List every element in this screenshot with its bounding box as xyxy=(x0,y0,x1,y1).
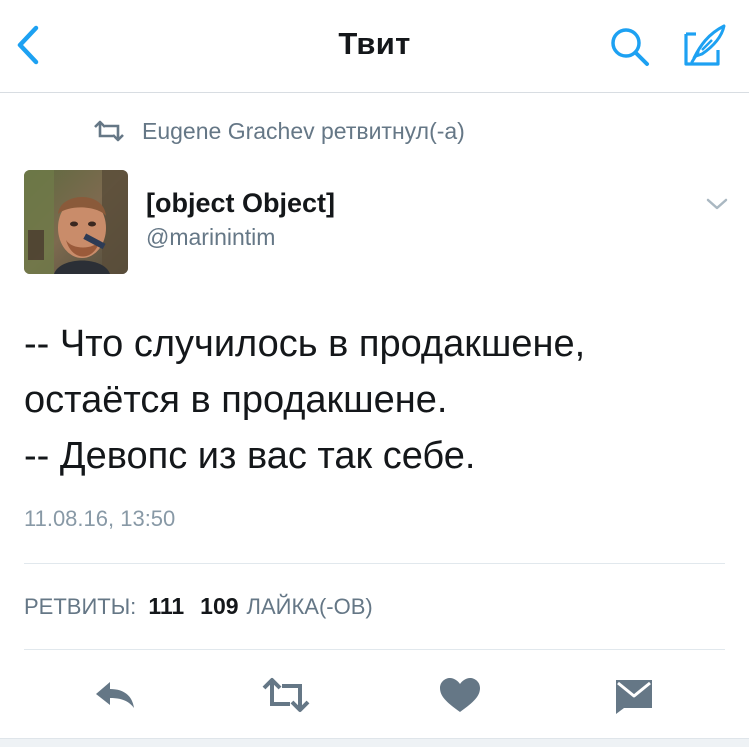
tweet-text-line: остаётся в продакшене. xyxy=(24,379,448,421)
bottom-strip xyxy=(0,738,749,747)
reply-button[interactable] xyxy=(90,672,142,718)
direct-message-icon xyxy=(616,680,652,714)
retweet-button[interactable] xyxy=(260,672,312,718)
divider xyxy=(24,649,725,650)
navigation-bar: Твит xyxy=(0,0,749,93)
tweet-timestamp: 11.08.16, 13:50 xyxy=(24,506,176,531)
reply-icon xyxy=(96,682,134,708)
chevron-down-icon xyxy=(706,198,728,210)
avatar[interactable] xyxy=(24,170,128,274)
divider xyxy=(24,563,725,564)
compose-button[interactable] xyxy=(678,20,730,70)
tweet-detail-screen: Твит Eugene Grachev ретвитнул(-а) [objec… xyxy=(0,0,749,747)
search-icon xyxy=(611,28,649,66)
tweet-text-line: -- Что случилось в продакшене, xyxy=(24,323,586,365)
likes-label: ЛАЙКА(-ОВ) xyxy=(246,594,373,619)
tweet-menu-button[interactable] xyxy=(702,192,732,216)
search-button[interactable] xyxy=(606,22,654,70)
retweets-label: РЕТВИТЫ: xyxy=(24,594,137,619)
retweet-context[interactable]: Eugene Grachev ретвитнул(-а) xyxy=(92,116,465,146)
tweet-text-line: -- Девопс из вас так себе. xyxy=(24,435,476,477)
retweet-icon xyxy=(262,678,310,712)
author-name[interactable]: [object Object] xyxy=(146,188,335,219)
compose-icon xyxy=(684,24,726,66)
avatar-image xyxy=(24,170,128,274)
retweets-count[interactable]: 111 xyxy=(148,593,184,620)
tweet-text: -- Что случилось в продакшене, остаётся … xyxy=(24,316,724,484)
retweet-context-text: Eugene Grachev ретвитнул(-а) xyxy=(142,117,465,144)
like-button[interactable] xyxy=(434,672,486,718)
likes-count[interactable]: 109 xyxy=(200,593,238,620)
heart-icon xyxy=(440,678,480,712)
tweet-stats: РЕТВИТЫ: 111 109 ЛАЙКА(-ОВ) xyxy=(24,593,373,620)
author-handle[interactable]: @marinintim xyxy=(146,224,275,251)
direct-message-button[interactable] xyxy=(608,672,660,718)
retweet-icon xyxy=(94,120,124,142)
